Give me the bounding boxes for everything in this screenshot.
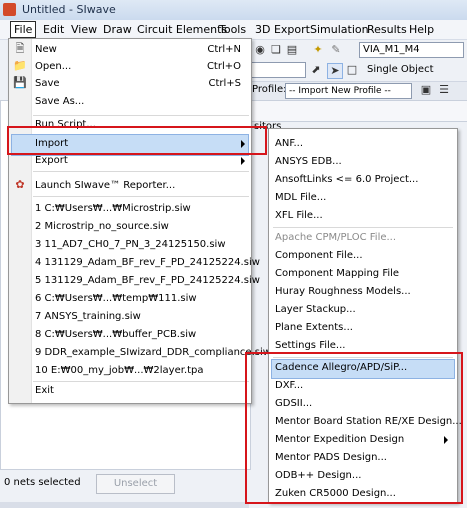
menu-item-save[interactable]: Save	[35, 78, 60, 89]
import-ansys-edb[interactable]: ANSYS EDB...	[275, 156, 342, 167]
menu-item-open[interactable]: Open...	[35, 61, 71, 72]
menu-separator	[33, 115, 249, 116]
recent-file-9[interactable]: 9 DDR_example_SIwizard_DDR_compliance.si…	[35, 347, 271, 358]
callout-import	[7, 126, 267, 155]
net-combo[interactable]: VIA_M1_M4	[359, 42, 464, 58]
unselect-button[interactable]: Unselect	[96, 474, 175, 494]
profile-edit-icon[interactable]: ☰	[437, 83, 451, 97]
pointer-icon[interactable]: ➤	[327, 63, 343, 79]
menu-bar: File Edit View Draw Circuit Elements Too…	[0, 20, 467, 40]
new-file-icon: 🗎	[15, 42, 25, 55]
menu-item-launch-reporter[interactable]: Launch SIwave™ Reporter...	[35, 180, 175, 191]
clipboard-icon[interactable]: ▤	[285, 43, 299, 57]
menu-view[interactable]: View	[68, 22, 100, 37]
select-cursor-icon[interactable]: ⬈	[309, 63, 323, 77]
magic-wand-icon[interactable]: ✦	[311, 43, 325, 57]
profile-button-icon[interactable]: ▣	[419, 83, 433, 97]
elements-panel-header: sitors	[249, 100, 467, 132]
menu-file[interactable]: File	[10, 21, 37, 38]
menu-results[interactable]: Results	[364, 22, 410, 37]
callout-cad-imports	[245, 352, 463, 504]
menu-separator	[33, 196, 249, 197]
menu-gutter	[9, 39, 32, 403]
select-region-icon[interactable]: □	[345, 63, 359, 77]
toolbar-row-1: ◉ ❏ ▤ ✦ ✎ VIA_M1_M4	[249, 40, 467, 60]
messages-bar	[0, 502, 249, 508]
import-component-file[interactable]: Component File...	[275, 250, 363, 261]
recent-file-6[interactable]: 6 C:₩Users₩...₩temp₩111.siw	[35, 293, 197, 304]
open-folder-icon: 📁	[13, 59, 27, 72]
record-icon[interactable]: ◉	[253, 43, 267, 57]
layer-combo[interactable]	[249, 62, 306, 78]
menu-item-new[interactable]: New	[35, 44, 57, 55]
menu-help[interactable]: Help	[406, 22, 437, 37]
brush-icon[interactable]: ✎	[329, 43, 343, 57]
reporter-icon: ✿	[15, 178, 25, 191]
nets-selected-text: 0 nets selected	[4, 477, 81, 488]
import-ansoftlinks[interactable]: AnsoftLinks <= 6.0 Project...	[275, 174, 418, 185]
file-menu-dropdown: 🗎 New Ctrl+N 📁 Open... Ctrl+O 💾 Save Ctr…	[8, 38, 271, 404]
profile-bar: Profile: -- Import New Profile -- ▣ ☰	[249, 81, 467, 100]
profile-label: Profile:	[252, 84, 287, 95]
recent-file-4[interactable]: 4 131129_Adam_BF_rev_F_PD_24125224.siw	[35, 257, 260, 268]
menu-item-exit[interactable]: Exit	[35, 385, 54, 396]
title-bar: Untitled - SIwave	[0, 0, 467, 21]
toolbar-row-2: ⬈ ➤ □ Single Object	[249, 60, 467, 80]
menu-draw[interactable]: Draw	[100, 22, 135, 37]
import-xfl-file[interactable]: XFL File...	[275, 210, 323, 221]
recent-file-3[interactable]: 3 11_AD7_CH0_7_PN_3_24125150.siw	[35, 239, 226, 250]
submenu-arrow-icon	[241, 157, 245, 165]
select-mode-label[interactable]: Single Object	[367, 64, 434, 75]
import-component-mapping[interactable]: Component Mapping File	[275, 268, 399, 279]
shortcut-open: Ctrl+O	[206, 61, 241, 72]
siwave-app-icon	[3, 3, 16, 16]
profile-combo[interactable]: -- Import New Profile --	[285, 83, 412, 99]
import-layer-stackup[interactable]: Layer Stackup...	[275, 304, 356, 315]
shortcut-new: Ctrl+N	[207, 44, 241, 55]
import-plane-extents[interactable]: Plane Extents...	[275, 322, 353, 333]
import-apache-cpm: Apache CPM/PLOC File...	[275, 232, 397, 243]
import-mdl-file[interactable]: MDL File...	[275, 192, 326, 203]
copy-icon[interactable]: ❏	[269, 43, 283, 57]
menu-separator	[33, 171, 249, 172]
save-icon: 💾	[13, 76, 27, 89]
recent-file-7[interactable]: 7 ANSYS_training.siw	[35, 311, 141, 322]
menu-tools[interactable]: Tools	[216, 22, 249, 37]
recent-file-10[interactable]: 10 E:₩00_my_job₩...₩2layer.tpa	[35, 365, 204, 376]
recent-file-5[interactable]: 5 131129_Adam_BF_rev_F_PD_24125224.siw	[35, 275, 260, 286]
import-huray-roughness[interactable]: Huray Roughness Models...	[275, 286, 411, 297]
menu-simulation[interactable]: Simulation	[307, 22, 372, 37]
import-anf[interactable]: ANF...	[275, 138, 303, 149]
submenu-separator	[273, 227, 453, 228]
shortcut-save: Ctrl+S	[208, 78, 241, 89]
recent-file-1[interactable]: 1 C:₩Users₩...₩Microstrip.siw	[35, 203, 191, 214]
menu-item-export[interactable]: Export	[35, 155, 68, 166]
menu-item-save-as[interactable]: Save As...	[35, 96, 84, 107]
recent-file-2[interactable]: 2 Microstrip_no_source.siw	[35, 221, 169, 232]
import-settings-file[interactable]: Settings File...	[275, 340, 345, 351]
menu-edit[interactable]: Edit	[40, 22, 67, 37]
selection-status-bar: 0 nets selected Unselect	[0, 470, 249, 508]
menu-separator	[33, 381, 249, 382]
menu-3d-export[interactable]: 3D Export	[252, 22, 313, 37]
window-title: Untitled - SIwave	[22, 3, 116, 16]
recent-file-8[interactable]: 8 C:₩Users₩...₩buffer_PCB.siw	[35, 329, 196, 340]
